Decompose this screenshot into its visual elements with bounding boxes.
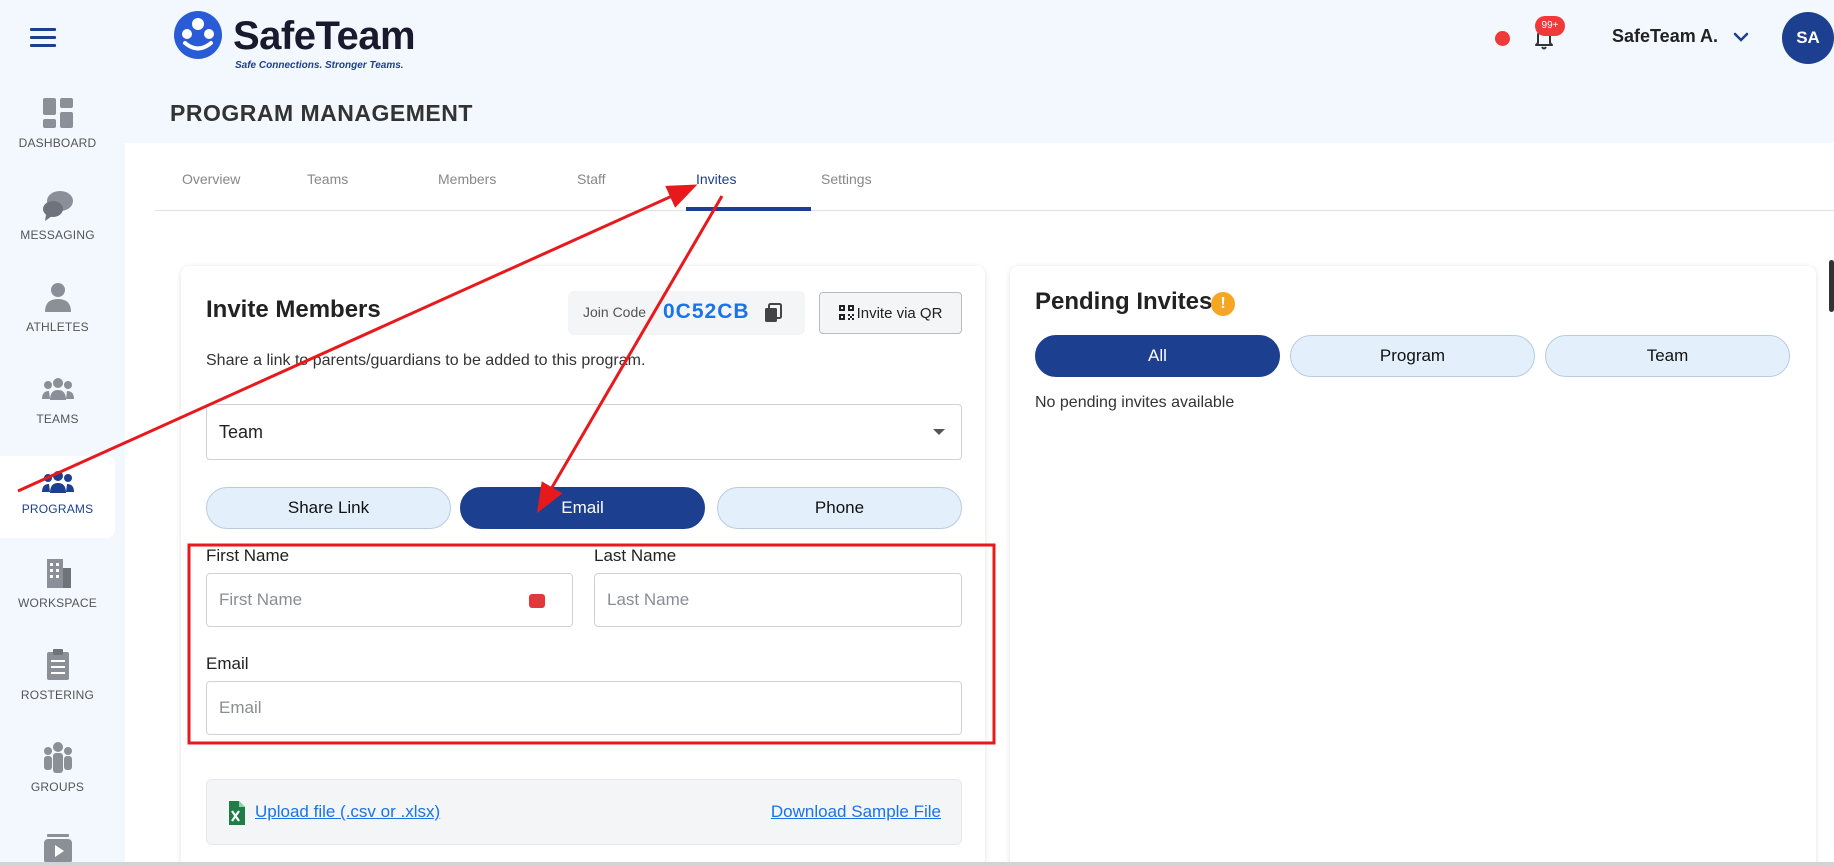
excel-file-icon: [229, 801, 245, 825]
tab-overview[interactable]: Overview: [182, 171, 240, 187]
invite-scope-value: Team: [219, 422, 264, 442]
sidebar-item-rostering[interactable]: ROSTERING: [0, 648, 115, 736]
invite-members-card: Invite Members Join Code 0C52CB Invite v…: [181, 266, 985, 865]
sidebar-item-programs[interactable]: PROGRAMS: [0, 456, 115, 538]
sidebar-item-label: DASHBOARD: [18, 136, 97, 150]
phone-method-button[interactable]: Phone: [717, 487, 962, 529]
sidebar-item-athletes[interactable]: ATHLETES: [0, 280, 115, 368]
join-code-box: Join Code 0C52CB: [568, 291, 805, 335]
join-code-value: 0C52CB: [663, 300, 750, 323]
sidebar-item-workspace[interactable]: WORKSPACE: [0, 556, 115, 644]
tab-members[interactable]: Members: [438, 171, 496, 187]
filter-all-button[interactable]: All: [1035, 335, 1280, 377]
user-name[interactable]: SafeTeam A.: [1612, 26, 1718, 47]
sidebar-item-label: PROGRAMS: [21, 502, 94, 516]
avatar[interactable]: SA: [1782, 12, 1834, 64]
copy-icon[interactable]: [764, 303, 782, 323]
warning-icon: !: [1211, 292, 1235, 316]
groups-icon: [43, 742, 72, 773]
page-title: PROGRAM MANAGEMENT: [170, 100, 473, 126]
active-tab-indicator: [686, 207, 811, 211]
sidebar: DASHBOARD MESSAGING ATHLETES TEAMS PROGR…: [0, 0, 125, 865]
pending-invites-card: Pending Invites ! All Program Team No pe…: [1010, 266, 1816, 865]
scrollbar-thumb[interactable]: [1829, 260, 1834, 312]
email-label: Email: [206, 654, 249, 673]
filter-program-button[interactable]: Program: [1290, 335, 1535, 377]
clipboard-icon: [46, 649, 69, 680]
logo-wordmark: SafeTeam: [233, 14, 416, 58]
sidebar-item-more[interactable]: [0, 832, 115, 865]
first-name-label: First Name: [206, 546, 290, 565]
group-icon: [41, 378, 74, 400]
safeteam-logo-icon: [174, 11, 222, 59]
chevron-down-icon[interactable]: [1732, 28, 1750, 46]
sidebar-item-messaging[interactable]: MESSAGING: [0, 188, 115, 276]
caret-down-icon: [933, 429, 945, 435]
sidebar-item-label: WORKSPACE: [18, 596, 97, 610]
tab-bar: Overview Teams Members Staff Invites Set…: [155, 143, 1834, 211]
filter-team-button[interactable]: Team: [1545, 335, 1790, 377]
invite-via-qr-label: Invite via QR: [856, 304, 943, 322]
sidebar-item-label: ROSTERING: [20, 688, 95, 702]
menu-icon[interactable]: [30, 28, 56, 48]
dashboard-icon: [42, 98, 73, 128]
last-name-label: Last Name: [594, 546, 677, 565]
email-method-button[interactable]: Email: [460, 487, 705, 529]
sidebar-item-teams[interactable]: TEAMS: [0, 372, 115, 460]
password-manager-icon[interactable]: [529, 594, 545, 608]
sidebar-item-label: TEAMS: [36, 412, 79, 426]
tab-settings[interactable]: Settings: [821, 171, 872, 187]
status-dot: [1495, 31, 1510, 46]
first-name-field[interactable]: [206, 573, 573, 627]
upload-file-link[interactable]: Upload file (.csv or .xlsx): [255, 802, 440, 822]
person-icon: [44, 283, 71, 312]
building-icon: [46, 559, 71, 588]
programs-icon: [41, 471, 74, 493]
download-sample-link[interactable]: Download Sample File: [771, 802, 941, 822]
file-upload-box: Upload file (.csv or .xlsx) Download Sam…: [206, 779, 962, 845]
video-library-icon: [43, 834, 72, 864]
sidebar-item-label: GROUPS: [30, 780, 85, 794]
invite-description: Share a link to parents/guardians to be …: [206, 352, 646, 369]
sidebar-item-dashboard[interactable]: DASHBOARD: [0, 96, 115, 184]
app-logo[interactable]: SafeTeam Safe Connections. Stronger Team…: [173, 10, 443, 72]
invite-via-qr-button[interactable]: Invite via QR: [819, 292, 962, 334]
join-code-label: Join Code: [583, 304, 647, 320]
chat-bubbles-icon: [42, 191, 73, 221]
last-name-field[interactable]: [594, 573, 962, 627]
pending-invites-title: Pending Invites: [1035, 288, 1213, 315]
tab-teams[interactable]: Teams: [307, 171, 348, 187]
tab-staff[interactable]: Staff: [577, 171, 606, 187]
sidebar-item-label: ATHLETES: [26, 320, 89, 334]
logo-tagline: Safe Connections. Stronger Teams.: [235, 60, 404, 71]
qr-code-icon: [838, 304, 854, 320]
sidebar-item-groups[interactable]: GROUPS: [0, 740, 115, 828]
pending-empty-message: No pending invites available: [1035, 394, 1235, 411]
email-field[interactable]: [206, 681, 962, 735]
invite-scope-select[interactable]: Team: [206, 404, 962, 460]
tab-invites[interactable]: Invites: [696, 171, 736, 187]
sidebar-item-label: MESSAGING: [20, 228, 95, 242]
invite-members-title: Invite Members: [206, 296, 381, 323]
share-link-button[interactable]: Share Link: [206, 487, 451, 529]
notification-badge: 99+: [1535, 16, 1565, 36]
